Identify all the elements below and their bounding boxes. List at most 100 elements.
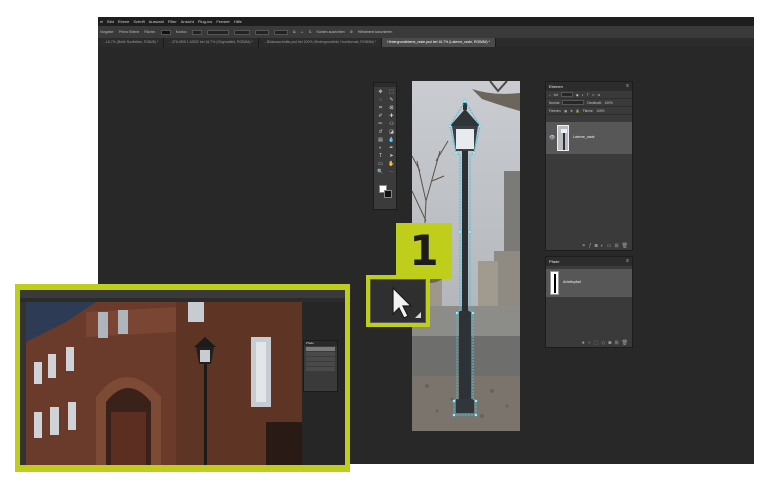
menu-item-edit[interactable]: ei [100, 17, 103, 26]
new-layer-icon[interactable]: ⊞ [614, 243, 618, 249]
menu-item-plugins[interactable]: Plug-ins [198, 17, 212, 26]
background-color-swatch[interactable] [384, 190, 392, 198]
heal-icon[interactable]: ✚ [386, 112, 397, 120]
lock-position-icon[interactable]: ✥ [570, 109, 573, 113]
constrain-label[interactable]: Hilfsebene kaschieren [358, 30, 392, 34]
filter-smart-icon[interactable]: ⧉ [598, 93, 600, 97]
trash-icon[interactable]: 🗑 [622, 243, 628, 249]
adjustment-icon[interactable]: ◐ [601, 243, 604, 249]
options-bar: Vorgabe: Primo Ebene Fläche: Kontur: ⧉ ⊥… [98, 26, 754, 38]
dodge-icon[interactable]: ◐ [375, 144, 386, 152]
menu-item-layer[interactable]: Ebene [118, 17, 130, 26]
tab-document-3[interactable]: ...Bildausschnitte.psd bei 100% (Hinterg… [259, 38, 383, 47]
stroke-type-field[interactable] [234, 29, 251, 35]
gear-icon[interactable]: ⚙ [350, 29, 353, 35]
menu-item-window[interactable]: Fenster [216, 17, 230, 26]
zoom-icon[interactable]: 🔍 [375, 168, 386, 176]
make-path-icon[interactable]: ◇ [602, 340, 606, 346]
lock-pixels-icon[interactable]: ▦ [564, 109, 567, 113]
paths-panel-header[interactable]: Pfade ≡ [546, 257, 632, 266]
filter-shape-icon[interactable]: ▭ [592, 93, 595, 97]
inset-panel-row [306, 362, 335, 366]
new-path-icon[interactable]: ⊞ [614, 340, 618, 346]
load-selection-icon[interactable]: ⬚ [594, 340, 599, 346]
path-thumbnail [550, 271, 559, 295]
layer-thumbnail [557, 125, 569, 151]
folder-icon[interactable]: ▭ [607, 243, 612, 249]
blend-mode-select[interactable]: Normal [549, 101, 559, 105]
eye-icon[interactable]: 👁 [549, 135, 555, 141]
frame-icon[interactable]: ⊠ [386, 104, 397, 112]
layer-row[interactable]: 👁 Laterne_raste [546, 122, 632, 154]
stroke-label: Kontur: [175, 30, 188, 34]
layer-kind-select[interactable]: Art [554, 93, 558, 97]
opacity-value[interactable]: 100% [605, 101, 613, 105]
tab-document-2[interactable]: ...376 ARB 1 ASSE bei 16,7% (Originalbil… [164, 38, 259, 47]
path-align-icon[interactable]: ⊥ [301, 29, 304, 35]
fill-path-icon[interactable]: ● [582, 340, 585, 346]
brush-icon[interactable]: ✏ [375, 120, 386, 128]
hand-icon[interactable]: ✋ [386, 160, 397, 168]
menu-item-image[interactable]: Bild [107, 17, 114, 26]
fill-value[interactable]: 100% [596, 109, 604, 113]
menu-item-select[interactable]: Auswahl [149, 17, 164, 26]
stroke-swatch[interactable] [192, 29, 203, 35]
tab-document-active[interactable]: Hintergrundebene_raste.psd bei 16,7% (La… [382, 38, 496, 47]
quick-select-icon[interactable]: ✎ [386, 96, 397, 104]
pen-icon[interactable]: ✒ [386, 144, 397, 152]
path-name[interactable]: Arbeitspfad [563, 280, 581, 284]
menu-item-filter[interactable]: Filter [168, 17, 177, 26]
panel-menu-icon[interactable]: ≡ [626, 82, 629, 91]
blend-dropdown[interactable] [562, 100, 585, 105]
path-ops-icon[interactable]: ⧉ [293, 29, 296, 35]
tab-document-1[interactable]: ...16,7% (Belle Soziletten, RGB/8) * [98, 38, 165, 47]
filter-type-icon[interactable]: T [587, 93, 589, 97]
menu-item-type[interactable]: Schrift [133, 17, 144, 26]
paths-panel: Pfade ≡ Arbeitspfad ● ○ ⬚ ◇ ◙ ⊞ 🗑 [545, 256, 633, 348]
rectangle-icon[interactable]: ▭ [375, 160, 386, 168]
panel-menu-icon[interactable]: ≡ [626, 257, 629, 266]
path-select-icon[interactable]: ➤ [386, 152, 397, 160]
lock-all-icon[interactable]: 🔒 [576, 109, 580, 113]
mask-icon[interactable]: ◙ [608, 340, 611, 346]
stroke-path-icon[interactable]: ○ [588, 340, 591, 346]
history-brush-icon[interactable]: ↺ [375, 128, 386, 136]
layers-panel-header[interactable]: Ebenen ≡ [546, 82, 632, 91]
menu-bar: ei Bild Ebene Schrift Auswahl Filter Ans… [98, 17, 754, 26]
align-edges-label[interactable]: Kanten ausrichten [317, 30, 345, 34]
width-field[interactable] [255, 29, 270, 35]
mask-icon[interactable]: ◙ [595, 243, 598, 249]
filter-adjust-icon[interactable]: ◐ [582, 93, 584, 97]
preset-value[interactable]: Primo Ebene [119, 30, 139, 34]
inset-screenshot: Pfade [20, 290, 345, 465]
gradient-icon[interactable]: ▤ [375, 136, 386, 144]
fill-swatch[interactable] [160, 29, 171, 35]
eraser-icon[interactable]: ◪ [386, 128, 397, 136]
more-icon[interactable]: ⋯ [386, 168, 397, 176]
move-icon[interactable]: ✥ [375, 88, 386, 96]
layer-name[interactable]: Laterne_raste [573, 135, 595, 139]
zoomed-tool-button [370, 279, 426, 323]
trash-icon[interactable]: 🗑 [622, 340, 628, 346]
height-field[interactable] [274, 29, 289, 35]
eyedropper-icon[interactable]: ✐ [375, 112, 386, 120]
path-row[interactable]: Arbeitspfad [546, 269, 632, 297]
lasso-icon[interactable]: ◌ [375, 96, 386, 104]
menu-item-help[interactable]: Hilfe [234, 17, 242, 26]
stamp-icon[interactable]: ⚇ [386, 120, 397, 128]
fx-icon[interactable]: ƒ [589, 243, 592, 249]
path-arrange-icon[interactable]: ⇅ [309, 29, 312, 35]
layer-filter-row: ⌕ Art ▣ ◐ T ▭ ⧉ [546, 91, 632, 99]
blur-icon[interactable]: 💧 [386, 136, 397, 144]
blend-row: Normal Deckkraft: 100% [546, 99, 632, 107]
menu-item-view[interactable]: Ansicht [181, 17, 194, 26]
crop-icon[interactable]: ⌗ [375, 104, 386, 112]
inset-building-photo [26, 302, 302, 465]
type-icon[interactable]: T [375, 152, 386, 160]
inset-options-bar [20, 290, 345, 298]
filter-pixel-icon[interactable]: ▣ [576, 93, 579, 97]
stroke-width-field[interactable] [207, 29, 230, 35]
marquee-icon[interactable]: ⬚ [386, 88, 397, 96]
kind-dropdown[interactable] [560, 92, 573, 97]
link-icon[interactable]: ⚭ [582, 243, 586, 249]
